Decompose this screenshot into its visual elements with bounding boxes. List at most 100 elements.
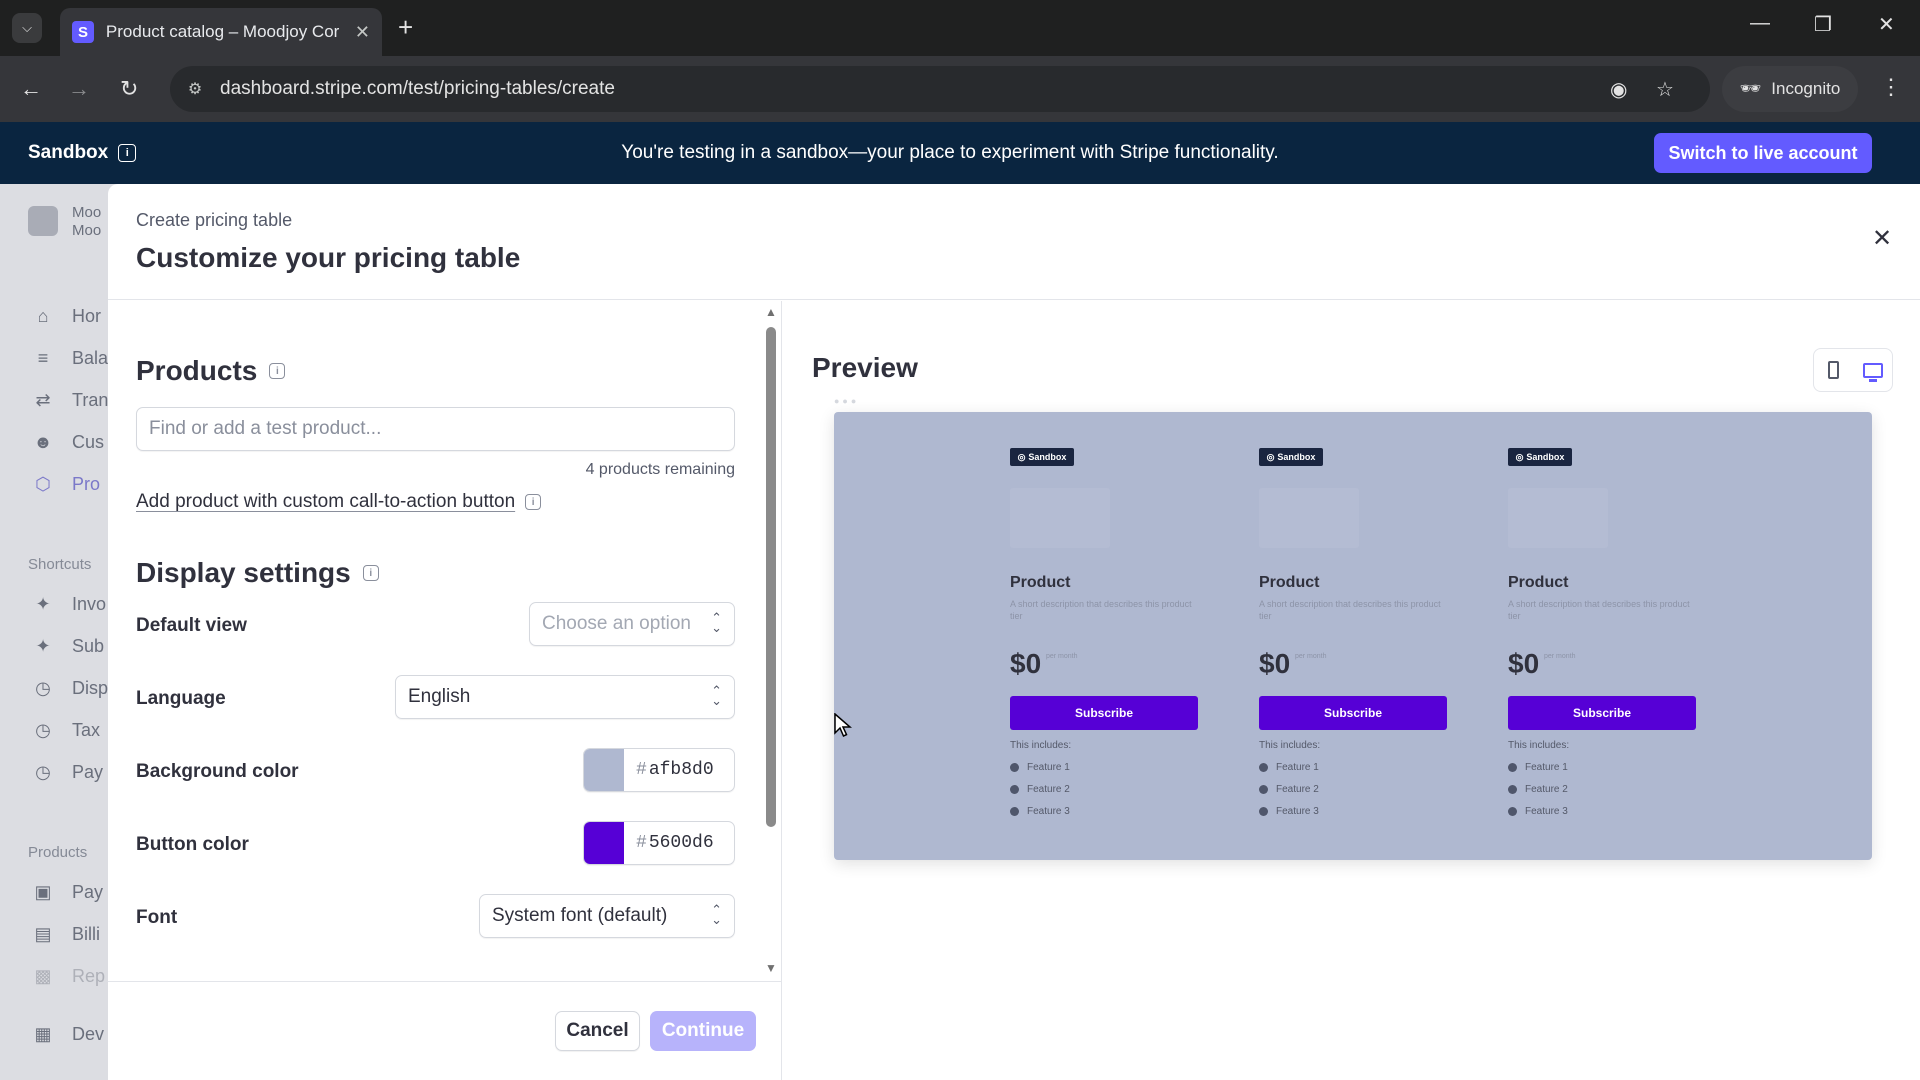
settings-scrollbar[interactable]: ▲ ▼ <box>764 301 778 981</box>
site-settings-icon[interactable]: ⚙ <box>184 78 206 100</box>
subscribe-button[interactable]: Subscribe <box>1010 696 1198 730</box>
restore-window-icon[interactable]: ❐ <box>1814 12 1832 37</box>
info-icon[interactable]: i <box>269 363 286 379</box>
background-color-swatch[interactable] <box>584 749 624 791</box>
sidebar-item-label: Invo <box>72 594 107 614</box>
scroll-up-arrow-icon[interactable]: ▲ <box>765 305 777 319</box>
default-view-placeholder: Choose an option <box>542 613 691 634</box>
feature-item: Feature 2 <box>1010 784 1070 795</box>
sidebar-item-label: Dev <box>72 1024 105 1044</box>
account-avatar[interactable] <box>28 206 58 236</box>
breadcrumb: Create pricing table <box>136 210 293 230</box>
subscribe-button[interactable]: Subscribe <box>1259 696 1447 730</box>
sidebar-item-customers[interactable]: ☻ Cus <box>32 432 105 453</box>
product-search-input[interactable] <box>136 407 735 451</box>
check-icon <box>1010 785 1019 794</box>
language-select[interactable]: English ⌃ ⌄ <box>395 675 735 719</box>
sidebar-item-reporting[interactable]: ▩ Rep <box>32 966 105 987</box>
continue-button[interactable]: Continue <box>650 1011 756 1051</box>
pricing-card: ◎ Sandbox Product A short description tha… <box>1010 412 1200 860</box>
button-color-field[interactable]: # 5600d6 <box>583 821 735 865</box>
reload-icon[interactable]: ↻ <box>120 74 138 104</box>
add-custom-cta-text[interactable]: Add product with custom call-to-action b… <box>136 491 515 513</box>
check-icon <box>1259 807 1268 816</box>
feature-text: Feature 3 <box>1027 806 1070 817</box>
close-modal-icon[interactable]: ✕ <box>1872 224 1892 253</box>
incognito-badge[interactable]: 🕶 Incognito <box>1722 66 1858 112</box>
product-price: $0 <box>1010 648 1042 679</box>
desktop-preview-button[interactable] <box>1853 349 1892 391</box>
browser-tab-active[interactable]: S Product catalog – Moodjoy Cor ✕ <box>60 8 382 56</box>
sidebar-shortcut-invoices[interactable]: ✦ Invo <box>32 594 106 615</box>
tab-search-chevron-icon[interactable]: ⌵ <box>12 13 42 43</box>
account-name[interactable]: Moo Moo <box>72 204 101 240</box>
info-icon[interactable]: i <box>362 565 379 581</box>
back-arrow-icon[interactable]: ← <box>20 74 42 104</box>
default-view-select[interactable]: Choose an option ⌃ ⌄ <box>529 602 735 646</box>
browser-menu-icon[interactable]: ⋮ <box>1880 74 1902 100</box>
sidebar-shortcut-subscriptions[interactable]: ✦ Sub <box>32 636 104 657</box>
sidebar-shortcut-disputes[interactable]: ◷ Disp <box>32 678 108 699</box>
product-image-placeholder <box>1508 488 1608 548</box>
scrollbar-thumb[interactable] <box>766 327 776 827</box>
preview-window-dots-icon: ●●● <box>834 396 860 406</box>
product-price: $0 <box>1259 648 1291 679</box>
sidebar-shortcut-payouts[interactable]: ◷ Pay <box>32 762 103 783</box>
settings-scroll-area[interactable]: Products i 4 products remaining Add prod… <box>108 301 782 981</box>
forward-arrow-icon[interactable]: → <box>68 74 90 104</box>
button-color-hex[interactable]: 5600d6 <box>649 833 714 853</box>
feature-text: Feature 3 <box>1276 806 1319 817</box>
tab-close-icon[interactable]: ✕ <box>355 22 370 43</box>
add-custom-cta-link[interactable]: Add product with custom call-to-action b… <box>136 491 542 513</box>
subscribe-button[interactable]: Subscribe <box>1508 696 1696 730</box>
background-color-hex[interactable]: afb8d0 <box>649 760 714 780</box>
bookmark-star-icon[interactable]: ☆ <box>1656 77 1674 102</box>
products-heading-text: Products <box>136 355 258 386</box>
mobile-preview-button[interactable] <box>1814 349 1853 391</box>
clock-icon: ◷ <box>35 720 51 740</box>
feature-text: Feature 2 <box>1525 784 1568 795</box>
sidebar-item-products[interactable]: ⬡ Pro <box>32 474 100 495</box>
info-icon[interactable]: i <box>525 494 542 510</box>
sidebar-item-transactions[interactable]: ⇄ Tran <box>32 390 108 411</box>
feature-text: Feature 1 <box>1276 762 1319 773</box>
incognito-icon: 🕶 <box>1739 79 1762 98</box>
sidebar: Moo Moo ⌂ Hor ≡ Bala ⇄ Tran ☻ Cus ⬡ Pro … <box>0 184 120 1080</box>
product-icon: ⬡ <box>35 474 51 494</box>
sidebar-item-home[interactable]: ⌂ Hor <box>32 306 101 327</box>
sidebar-item-developers[interactable]: ▦ Dev <box>32 1024 104 1045</box>
address-bar[interactable]: ⚙ dashboard.stripe.com/test/pricing-tabl… <box>170 66 1710 112</box>
modal-header: Create pricing table Customize your pric… <box>108 184 1920 300</box>
background-color-field[interactable]: # afb8d0 <box>583 748 735 792</box>
sidebar-item-label: Tax <box>72 720 101 740</box>
close-window-icon[interactable]: ✕ <box>1878 12 1895 37</box>
url-text[interactable]: dashboard.stripe.com/test/pricing-tables… <box>220 78 615 100</box>
sidebar-item-balances[interactable]: ≡ Bala <box>32 348 108 369</box>
switch-to-live-button[interactable]: Switch to live account <box>1654 133 1872 173</box>
terminal-icon: ▦ <box>34 1024 52 1044</box>
scroll-down-arrow-icon[interactable]: ▼ <box>765 961 777 975</box>
sidebar-item-label: Rep <box>72 966 106 986</box>
check-icon <box>1010 763 1019 772</box>
product-description: A short description that describes this … <box>1259 599 1441 621</box>
sandbox-badge-icon: ◎ <box>1017 451 1026 462</box>
cancel-button[interactable]: Cancel <box>555 1011 640 1051</box>
check-icon <box>1508 785 1517 794</box>
desktop-icon <box>1862 362 1883 382</box>
account-name-line2: Moo <box>72 222 102 239</box>
new-tab-plus-icon[interactable]: + <box>398 12 413 42</box>
sidebar-item-billing[interactable]: ▤ Billi <box>32 924 100 945</box>
sidebar-shortcut-tax[interactable]: ◷ Tax <box>32 720 100 741</box>
eye-slash-icon[interactable]: ◉ <box>1610 77 1627 102</box>
sidebar-item-label: Bala <box>72 348 109 368</box>
select-chevron-icon: ⌃ ⌄ <box>711 902 722 927</box>
font-select[interactable]: System font (default) ⌃ ⌄ <box>479 894 735 938</box>
products-remaining: 4 products remaining <box>585 461 735 478</box>
payment-links-icon: ▣ <box>34 882 52 902</box>
product-price: $0 <box>1508 648 1540 679</box>
account-name-line1: Moo <box>72 204 102 221</box>
billing-icon: ▤ <box>34 924 52 944</box>
minimize-window-icon[interactable]: — <box>1750 12 1770 35</box>
sidebar-item-payments[interactable]: ▣ Pay <box>32 882 103 903</box>
button-color-swatch[interactable] <box>584 822 624 864</box>
